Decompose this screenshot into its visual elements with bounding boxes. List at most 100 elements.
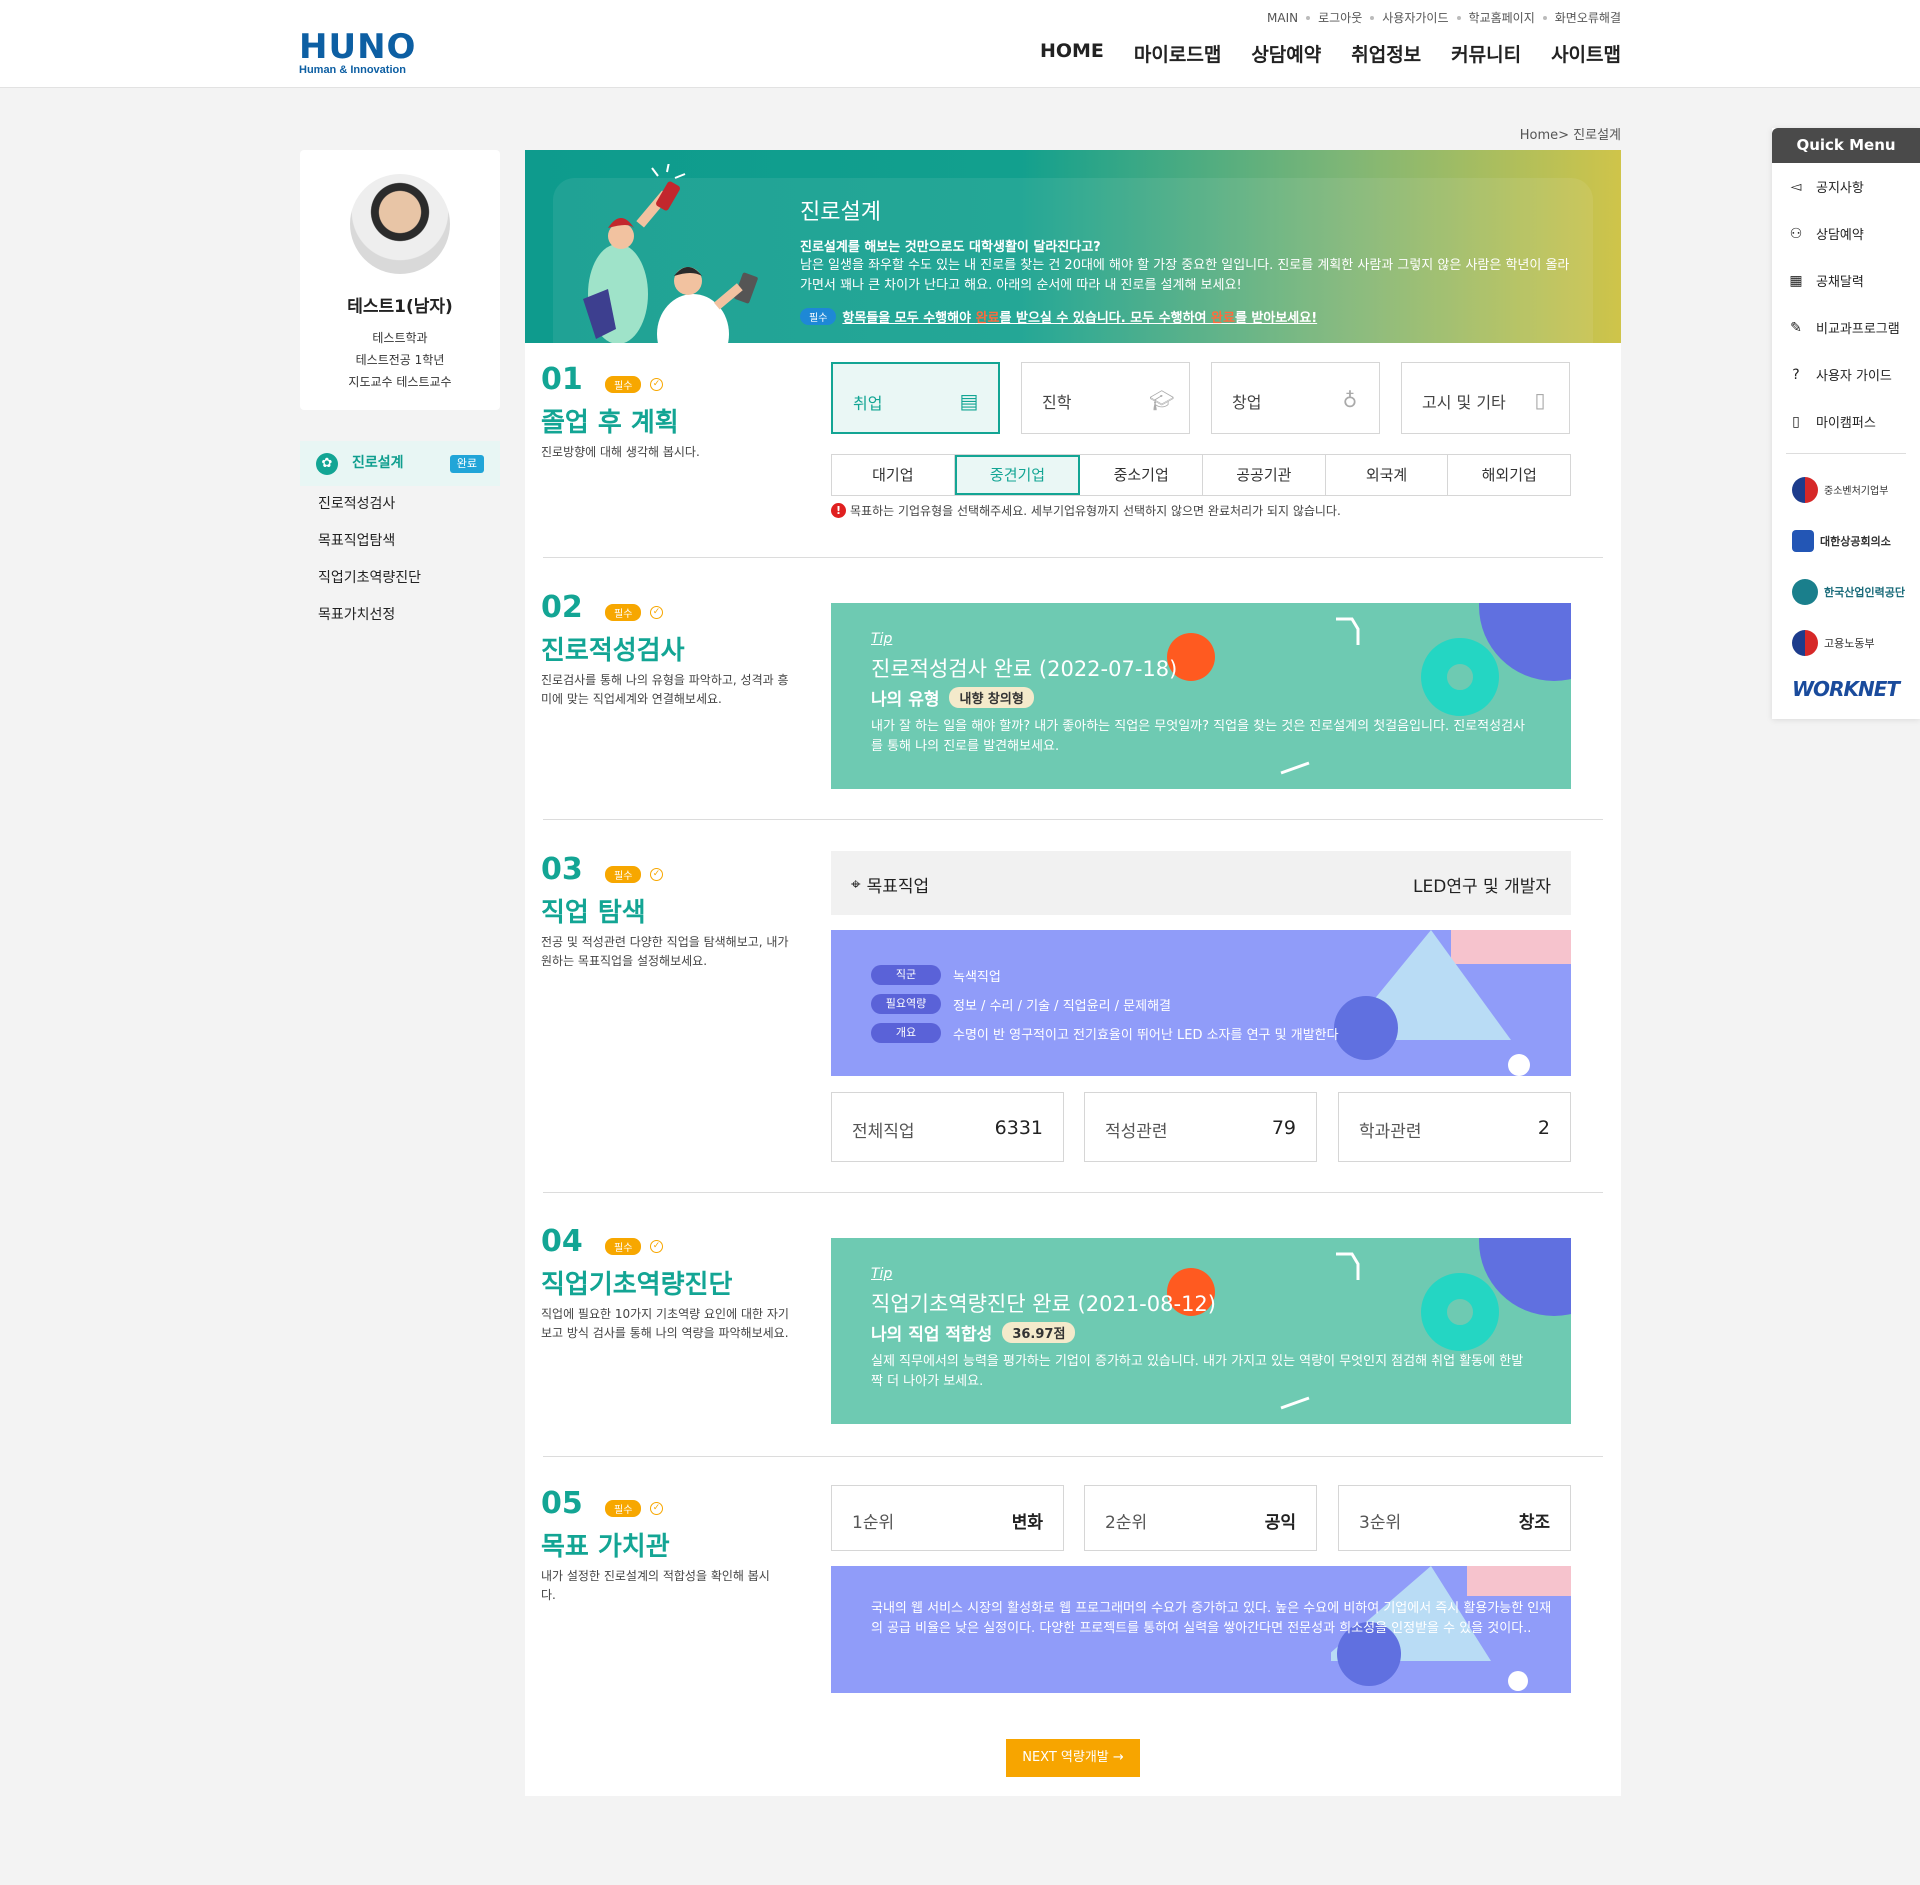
subtab-large-company[interactable]: 대기업	[832, 455, 955, 495]
competency-result-card[interactable]: Tip 직업기초역량진단 완료 (2021-08-12) 나의 직업 적합성 3…	[831, 1238, 1571, 1424]
category-label: 고시 및 기타	[1422, 393, 1506, 412]
logo-moel[interactable]: 고용노동부	[1772, 617, 1920, 668]
banner-description: 남은 일생을 좌우할 수도 있는 내 진로를 찾는 건 20대에 해야 할 가장…	[800, 258, 1570, 293]
megaphone-icon: ◅	[1790, 178, 1802, 195]
category-label: 창업	[1232, 393, 1262, 412]
crosshair-icon: ⌖	[851, 874, 861, 895]
util-link-main[interactable]: MAIN	[1267, 11, 1298, 25]
next-button[interactable]: NEXT 역량개발 →	[1006, 1739, 1140, 1777]
quick-item-programs[interactable]: ✎ 비교과프로그램	[1772, 304, 1920, 351]
stat-aptitude-related[interactable]: 적성관련 79	[1084, 1092, 1317, 1162]
notice-highlight-2: 완료	[1211, 311, 1235, 326]
job-field-row: 직군 녹색직업	[871, 965, 1001, 985]
calendar-icon: ▦	[1789, 272, 1803, 289]
section-divider	[543, 1456, 1603, 1457]
logo-kcci[interactable]: 대한상공회의소	[1772, 515, 1920, 566]
category-exam-other[interactable]: 고시 및 기타 ▯	[1401, 362, 1570, 434]
my-type-value: 내향 창의형	[949, 687, 1034, 708]
subtab-foreign-company[interactable]: 외국계	[1325, 455, 1449, 495]
util-link-error[interactable]: 화면오류해결	[1555, 9, 1621, 26]
category-startup[interactable]: 창업 ♁	[1211, 362, 1380, 434]
profile-card: 테스트1(남자) 테스트학과 테스트전공 1학년 지도교수 테스트교수	[300, 150, 500, 410]
util-link-school[interactable]: 학교홈페이지	[1469, 9, 1535, 26]
stat-major-related[interactable]: 학과관련 2	[1338, 1092, 1571, 1162]
target-job-bar[interactable]: ⌖ 목표직업 LED연구 및 개발자	[831, 851, 1571, 915]
rank-label: 3순위	[1359, 1513, 1402, 1533]
profile-advisor: 지도교수 테스트교수	[348, 375, 452, 389]
check-circle-icon: ✓	[650, 1240, 663, 1253]
side-nav: ✿ 진로설계 완료 진로적성검사 목표직업탐색 직업기초역량진단 목표가치선정	[300, 441, 500, 634]
gnb-jobinfo[interactable]: 취업정보	[1351, 40, 1421, 67]
rank-value: 변화	[1011, 1513, 1043, 1533]
section-number: 01	[541, 362, 583, 397]
quick-item-user-guide[interactable]: ? 사용자 가이드	[1772, 351, 1920, 398]
logo-mss[interactable]: 중소벤처기업부	[1772, 464, 1920, 515]
card-title: 진로적성검사 완료 (2022-07-18)	[871, 657, 1178, 681]
quick-item-label: 마이캠퍼스	[1816, 416, 1876, 431]
warning-message: ! 목표하는 기업유형을 선택해주세요. 세부기업유형까지 선택하지 않으면 완…	[831, 502, 1341, 519]
sidenav-item-target-job[interactable]: 목표직업탐색	[300, 523, 500, 560]
subtab-midsize-company[interactable]: 중견기업	[954, 455, 1081, 495]
sidenav-item-career-design[interactable]: ✿ 진로설계 완료	[300, 441, 500, 486]
quick-item-calendar[interactable]: ▦ 공채달력	[1772, 257, 1920, 304]
section-description: 내가 설정한 진로설계의 적합성을 확인해 봅시다.	[541, 1569, 770, 1602]
target-job-label-group: ⌖ 목표직업	[851, 872, 930, 898]
quick-item-label: 비교과프로그램	[1816, 322, 1900, 337]
profile-info: 테스트학과 테스트전공 1학년 지도교수 테스트교수	[300, 327, 500, 393]
logo-hrdkorea[interactable]: 한국산업인력공단	[1772, 566, 1920, 617]
logo-worknet[interactable]: WORKNET	[1772, 668, 1920, 719]
gnb-counsel[interactable]: 상담예약	[1251, 40, 1321, 67]
stat-value: 79	[1271, 1117, 1296, 1139]
sidenav-item-aptitude[interactable]: 진로적성검사	[300, 486, 500, 523]
aptitude-result-card[interactable]: Tip 진로적성검사 완료 (2022-07-18) 나의 유형 내향 창의형 …	[831, 603, 1571, 789]
hrdkorea-emblem-icon	[1792, 578, 1818, 605]
section-number: 04	[541, 1224, 583, 1259]
quick-item-mycampus[interactable]: ▯ 마이캠퍼스	[1772, 398, 1920, 445]
huno-logo[interactable]: HUNO Human & Innovation	[299, 30, 416, 76]
util-link-guide[interactable]: 사용자가이드	[1382, 9, 1448, 26]
quick-item-notice[interactable]: ◅ 공지사항	[1772, 163, 1920, 210]
overview-tag: 개요	[871, 1023, 941, 1043]
subtab-overseas-company[interactable]: 해외기업	[1448, 455, 1571, 495]
gnb-community[interactable]: 커뮤니티	[1451, 40, 1521, 67]
subtab-public-institution[interactable]: 공공기관	[1203, 455, 1326, 495]
rank-2[interactable]: 2순위 공익	[1084, 1485, 1317, 1551]
logo-label: 대한상공회의소	[1820, 534, 1891, 548]
overview-value: 수명이 반 영구적이고 전기효율이 뛰어난 LED 소자를 연구 및 개발한다	[953, 1027, 1339, 1043]
banner-title: 진로설계	[800, 200, 881, 225]
rank-1[interactable]: 1순위 변화	[831, 1485, 1064, 1551]
book-icon: ▯	[1534, 388, 1546, 412]
required-badge: 필수	[605, 604, 642, 621]
rank-value: 창조	[1518, 1513, 1550, 1533]
logo-label: 한국산업인력공단	[1824, 585, 1905, 599]
required-badge: 필수	[605, 376, 642, 393]
quick-item-counsel[interactable]: ⚇ 상담예약	[1772, 210, 1920, 257]
sidenav-item-competency[interactable]: 직업기초역량진단	[300, 560, 500, 597]
subtab-small-company[interactable]: 중소기업	[1080, 455, 1204, 495]
section-title: 진로적성검사	[541, 636, 685, 666]
quick-menu: Quick Menu ◅ 공지사항 ⚇ 상담예약 ▦ 공채달력 ✎ 비교과프로그램 ? 사…	[1772, 128, 1920, 719]
main-content: 진로설계 진로설계를 해보는 것만으로도 대학생활이 달라진다고? 남은 일생을…	[525, 150, 1621, 1796]
target-job-value: LED연구 및 개발자	[1413, 877, 1551, 897]
category-graduate-school[interactable]: 진학 🎓︎	[1021, 362, 1190, 434]
required-badge: 필수	[605, 866, 642, 883]
gear-icon: ✿	[316, 452, 338, 475]
category-employment[interactable]: 취업 ▤	[831, 362, 1000, 434]
global-nav: HOME 마이로드맵 상담예약 취업정보 커뮤니티 사이트맵	[1040, 40, 1621, 67]
lightbulb-icon: ♁	[1342, 388, 1358, 412]
gnb-sitemap[interactable]: 사이트맵	[1551, 40, 1621, 67]
logo-label: 중소벤처기업부	[1824, 486, 1889, 497]
sidenav-item-values[interactable]: 목표가치선정	[300, 597, 500, 634]
required-badge: 필수	[800, 308, 837, 325]
section-description: 직업에 필요한 10가지 기초역량 요인에 대한 자기보고 방식 검사를 통해 …	[541, 1307, 789, 1340]
gnb-myroadmap[interactable]: 마이로드맵	[1134, 40, 1221, 67]
gnb-home[interactable]: HOME	[1040, 40, 1104, 67]
target-job-label: 목표직업	[866, 877, 930, 897]
rank-3[interactable]: 3순위 창조	[1338, 1485, 1571, 1551]
category-label: 진학	[1042, 393, 1072, 412]
stat-all-jobs[interactable]: 전체직업 6331	[831, 1092, 1064, 1162]
notice-text-3: 를 받아보세요!	[1234, 311, 1318, 326]
category-label: 취업	[853, 394, 883, 413]
util-link-logout[interactable]: 로그아웃	[1318, 9, 1362, 26]
quick-divider	[1786, 453, 1906, 454]
